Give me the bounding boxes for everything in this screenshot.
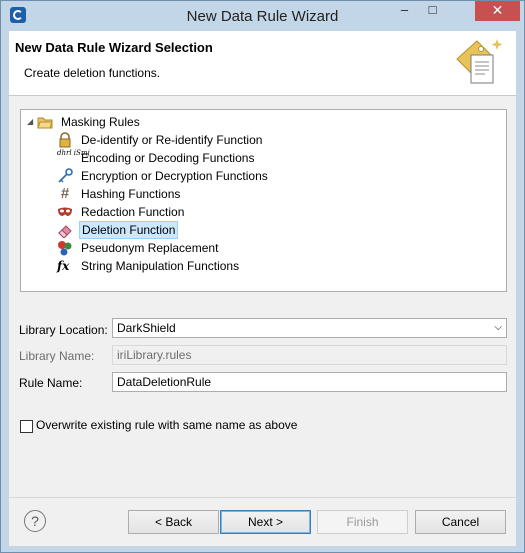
- tree-item-hashing[interactable]: # Hashing Functions: [57, 185, 337, 203]
- tree-root-masking-rules[interactable]: ◢ Masking Rules: [27, 113, 247, 131]
- tree-item-label: Hashing Functions: [81, 187, 181, 201]
- tree-item-label: Redaction Function: [81, 205, 185, 219]
- pseudonym-icon: [58, 241, 72, 256]
- finish-button[interactable]: Finish: [317, 510, 408, 534]
- library-location-select[interactable]: DarkShield ⌵: [112, 318, 507, 338]
- wizard-body: New Data Rule Wizard Selection Create de…: [9, 31, 516, 546]
- help-button[interactable]: ?: [24, 510, 46, 532]
- encode-icon: dhrl iSmj: [57, 149, 90, 157]
- tree-item-label: Deletion Function: [79, 221, 179, 239]
- rule-name-input[interactable]: DataDeletionRule: [112, 372, 507, 392]
- mask-icon: [58, 207, 72, 216]
- function-icon: fx: [57, 259, 70, 273]
- tree-item-redaction[interactable]: Redaction Function: [57, 203, 337, 221]
- next-button[interactable]: Next >: [220, 510, 311, 534]
- tree-item-label: String Manipulation Functions: [81, 259, 240, 273]
- tree-item-deidentify[interactable]: De-identify or Re-identify Function: [57, 131, 337, 149]
- key-icon: [58, 168, 73, 183]
- wizard-header: New Data Rule Wizard Selection Create de…: [9, 31, 516, 96]
- cancel-button[interactable]: Cancel: [415, 510, 506, 534]
- masking-rules-tree[interactable]: ◢ Masking Rules De-identify or Re-identi…: [20, 109, 507, 292]
- library-name-field: iriLibrary.rules: [112, 345, 507, 365]
- minimize-button[interactable]: ‒: [391, 1, 418, 21]
- tree-item-deletion[interactable]: Deletion Function: [57, 221, 337, 239]
- library-name-label: Library Name:: [19, 349, 95, 363]
- tree-item-encoding[interactable]: dhrl iSmj Encoding or Decoding Functions: [57, 149, 337, 167]
- folder-icon: [37, 117, 53, 129]
- hash-icon: #: [60, 185, 70, 202]
- page-subtitle: Create deletion functions.: [24, 66, 161, 80]
- wizard-banner-icon: [456, 39, 503, 84]
- tree-item-pseudonym[interactable]: Pseudonym Replacement: [57, 239, 337, 257]
- tree-item-encryption[interactable]: Encryption or Decryption Functions: [57, 167, 337, 185]
- library-location-value: DarkShield: [117, 321, 176, 335]
- title-bar[interactable]: New Data Rule Wizard ‒ □ ✕: [1, 1, 524, 31]
- tree-item-label: Pseudonym Replacement: [81, 241, 219, 255]
- expand-arrow-icon[interactable]: ◢: [27, 113, 33, 131]
- page-title: New Data Rule Wizard Selection: [15, 40, 213, 55]
- footer-divider: [9, 497, 516, 498]
- wizard-window: New Data Rule Wizard ‒ □ ✕ New Data Rule…: [0, 0, 525, 553]
- rule-name-label: Rule Name:: [19, 376, 83, 390]
- lock-icon: [59, 132, 71, 148]
- maximize-button[interactable]: □: [419, 1, 446, 21]
- tree-item-label: De-identify or Re-identify Function: [81, 133, 263, 147]
- chevron-down-icon[interactable]: ⌵: [494, 319, 502, 337]
- tree-item-label: Encryption or Decryption Functions: [81, 169, 268, 183]
- overwrite-checkbox-label[interactable]: Overwrite existing rule with same name a…: [36, 418, 297, 432]
- back-button[interactable]: < Back: [128, 510, 219, 534]
- tree-root-label: Masking Rules: [61, 115, 140, 129]
- library-location-label: Library Location:: [19, 323, 108, 337]
- overwrite-checkbox[interactable]: [20, 420, 33, 433]
- tree-item-string-manipulation[interactable]: fx String Manipulation Functions: [57, 257, 337, 275]
- eraser-icon: [58, 225, 72, 238]
- close-button[interactable]: ✕: [475, 1, 520, 21]
- tree-item-label: Encoding or Decoding Functions: [81, 151, 255, 165]
